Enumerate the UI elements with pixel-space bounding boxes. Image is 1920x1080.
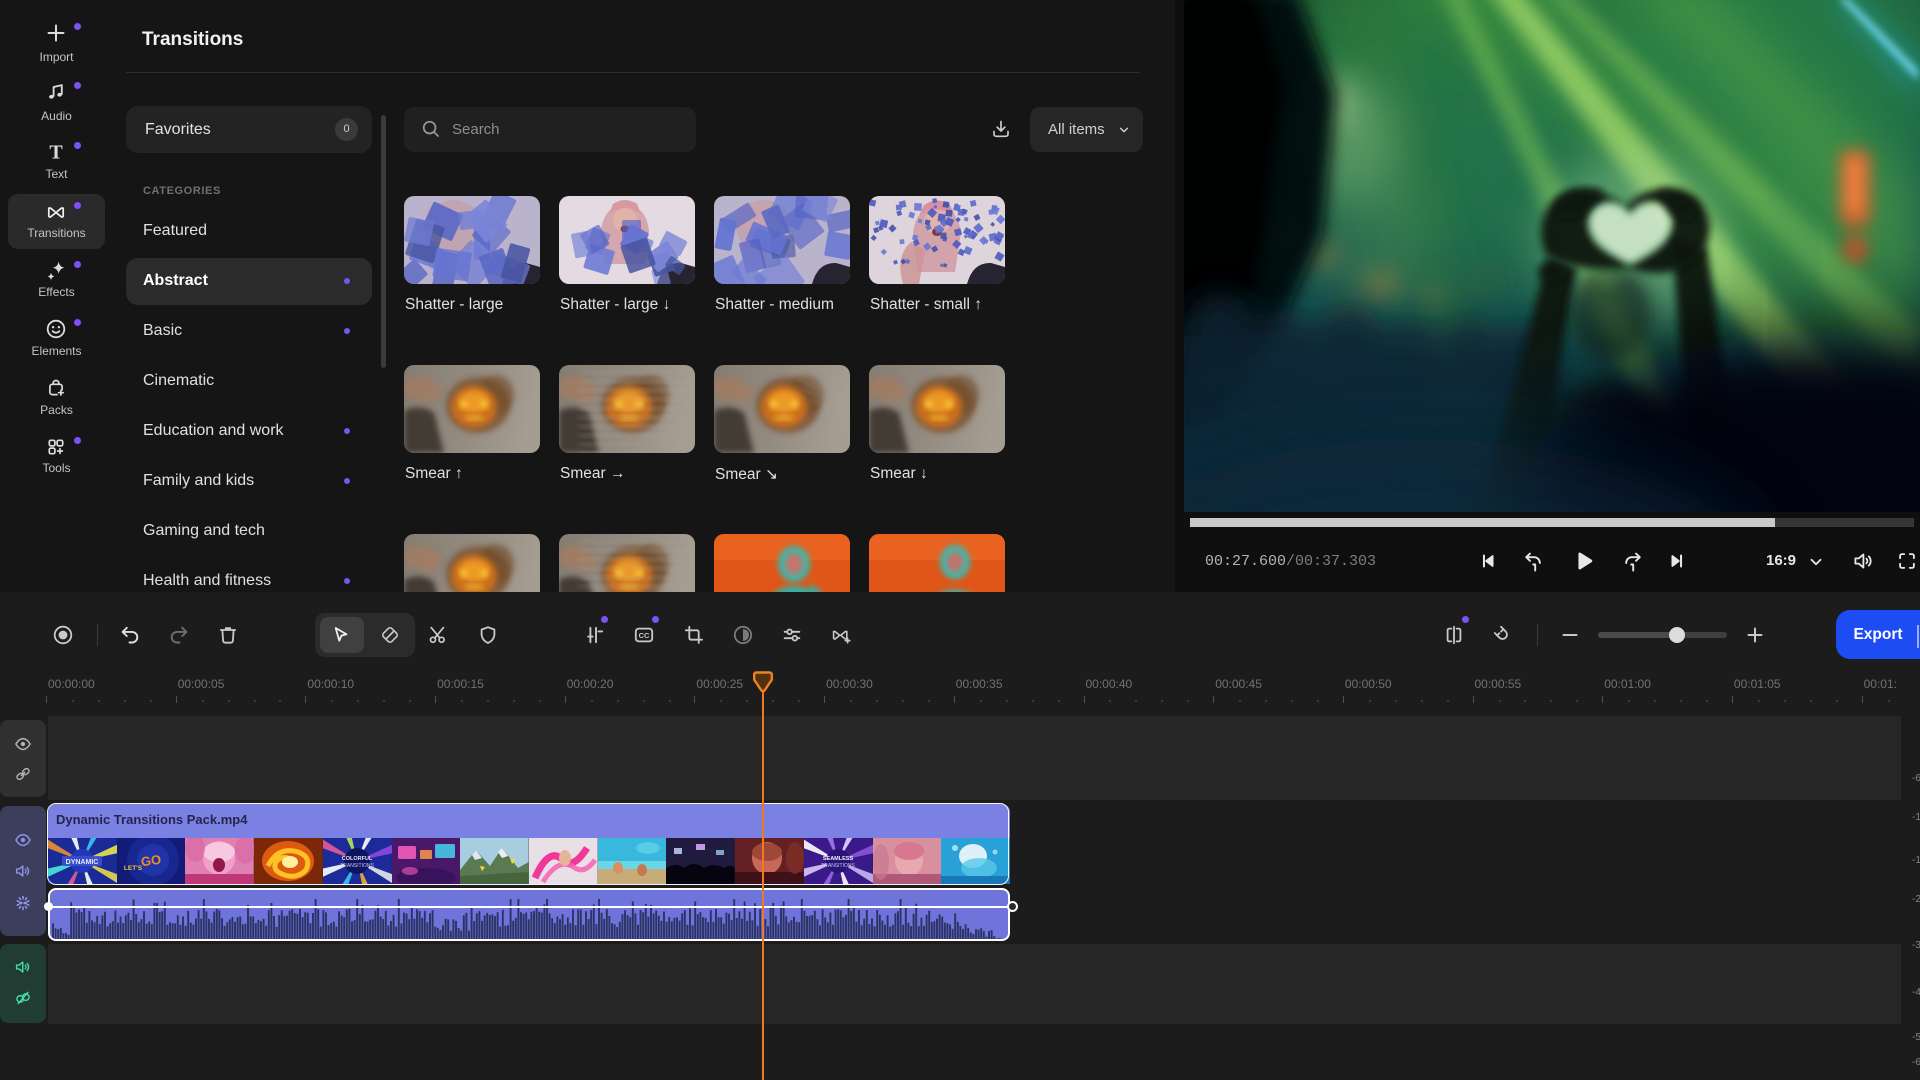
svg-text:COLORFUL: COLORFUL — [342, 856, 373, 862]
svg-text:TRANSITIONS: TRANSITIONS — [821, 863, 855, 869]
svg-text:SEAMLESS: SEAMLESS — [823, 856, 854, 862]
svg-text:LET'S: LET'S — [124, 865, 143, 872]
svg-text:CC: CC — [639, 631, 650, 640]
svg-text:GO: GO — [140, 852, 162, 870]
svg-text:TRANSITIONS: TRANSITIONS — [340, 863, 374, 869]
svg-text:T: T — [49, 142, 63, 164]
svg-text:DYNAMIC: DYNAMIC — [66, 859, 99, 866]
